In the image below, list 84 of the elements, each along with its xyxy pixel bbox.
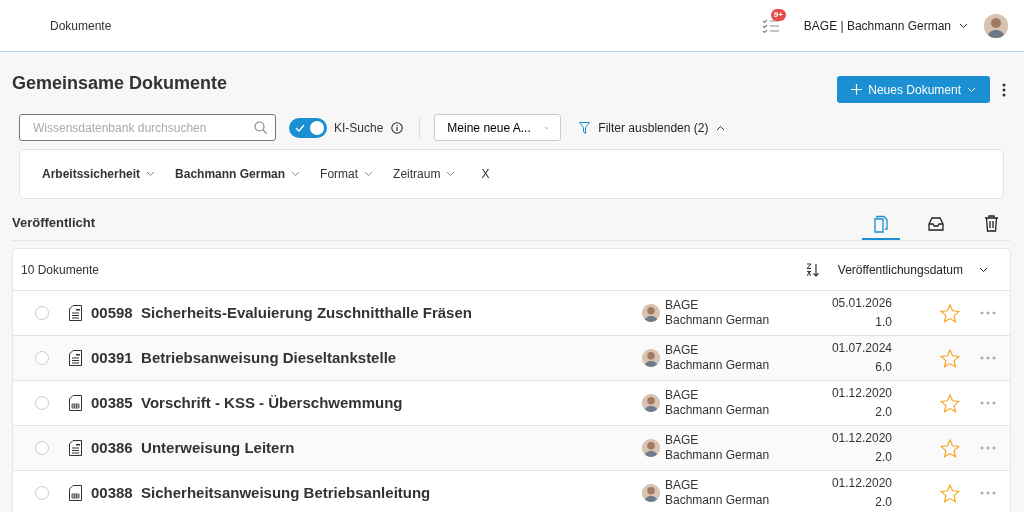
document-icon (69, 305, 82, 321)
chevron-down-icon (967, 86, 976, 93)
document-title[interactable]: 00386 Unterweisung Leitern (91, 436, 295, 460)
user-code: BAGE (665, 388, 700, 403)
filter-dropdown[interactable]: Bachmann German (175, 165, 301, 183)
check-icon (295, 123, 305, 132)
version-number: 6.0 (874, 359, 892, 376)
breadcrumb[interactable]: Dokumente (50, 16, 112, 35)
spreadsheet-icon (69, 485, 82, 501)
avatar (984, 13, 1008, 38)
document-title[interactable]: 00391 Betriebsanweisung Dieseltankstelle (91, 346, 397, 370)
page-title: Gemeinsame Dokumente (12, 72, 228, 95)
filter-dropdown[interactable]: Zeitraum (393, 165, 456, 183)
inbox-icon (928, 216, 944, 231)
clear-filters-button[interactable]: X (481, 165, 490, 183)
avatar (642, 484, 660, 502)
search-field[interactable]: Wissensdatenbank durchsuchen (19, 114, 276, 141)
document-title[interactable]: 00385 Vorschrift - KSS - Überschwemmung (91, 391, 403, 415)
publish-date: 05.01.2026 (830, 295, 892, 312)
spreadsheet-icon (69, 395, 82, 411)
filter-toggle-button[interactable]: Filter ausblenden (2) (579, 118, 726, 137)
search-icon (254, 121, 267, 134)
ai-search-label: KI-Suche (334, 119, 384, 137)
star-icon[interactable] (940, 303, 960, 323)
user-code: BAGE (665, 343, 700, 358)
chevron-down-icon (291, 171, 301, 177)
document-count: 10 Dokumente (21, 261, 100, 279)
user-code: BAGE (665, 478, 700, 493)
trash-icon (983, 215, 999, 232)
chevron-down-icon (544, 124, 549, 131)
star-icon[interactable] (940, 348, 960, 368)
version-number: 2.0 (874, 449, 892, 466)
notification-badge: 9+ (770, 8, 786, 21)
publish-date: 01.12.2020 (830, 385, 892, 402)
ai-search-toggle[interactable] (289, 117, 327, 138)
publish-date: 01.12.2020 (830, 475, 892, 492)
star-icon[interactable] (940, 483, 960, 503)
view-dropdown[interactable]: Meine neue A... (434, 114, 562, 141)
chevron-down-icon (146, 171, 156, 177)
chevron-down-icon (446, 171, 456, 177)
user-name: Bachmann German (665, 313, 770, 328)
filter-dropdown[interactable]: Format (320, 165, 374, 183)
user-menu[interactable]: BAGE | Bachmann German (803, 16, 968, 35)
user-name: Bachmann German (665, 493, 770, 508)
chevron-down-icon (979, 266, 988, 273)
more-options-icon[interactable] (1002, 82, 1006, 97)
star-icon[interactable] (940, 393, 960, 413)
sort-icon[interactable] (805, 262, 820, 277)
row-select-radio[interactable] (35, 441, 49, 455)
user-name: Bachmann German (665, 448, 770, 463)
star-icon[interactable] (940, 438, 960, 458)
chevron-up-icon (716, 124, 726, 131)
new-document-button[interactable]: Neues Dokument (837, 76, 990, 103)
sort-dropdown[interactable]: Veröffentlichungsdatum (837, 260, 988, 279)
filter-dropdown[interactable]: Arbeitssicherheit (42, 165, 156, 183)
avatar (642, 304, 660, 322)
user-name: Bachmann German (665, 403, 770, 418)
row-select-radio[interactable] (35, 396, 49, 410)
user-code: BAGE (665, 433, 700, 448)
publish-date: 01.07.2024 (830, 340, 892, 357)
document-icon (69, 350, 82, 366)
document-title[interactable]: 00388 Sicherheitsanweisung Betriebsanleitung (91, 481, 431, 505)
document-title[interactable]: 00598 Sicherheits-Evaluierung Zuschnitthalle Fräsen (91, 301, 472, 325)
version-number: 2.0 (874, 404, 892, 421)
version-number: 1.0 (874, 314, 892, 331)
row-select-radio[interactable] (35, 306, 49, 320)
task-list-icon[interactable] (761, 17, 780, 34)
documents-icon (873, 214, 889, 233)
chevron-down-icon (959, 22, 968, 29)
avatar (642, 439, 660, 457)
user-code: BAGE (665, 298, 700, 313)
info-icon[interactable] (391, 121, 404, 134)
plus-icon (851, 84, 863, 95)
row-select-radio[interactable] (35, 351, 49, 365)
user-name: Bachmann German (665, 358, 770, 373)
document-icon (69, 440, 82, 456)
filter-icon (579, 121, 591, 134)
avatar (642, 349, 660, 367)
avatar (642, 394, 660, 412)
publish-date: 01.12.2020 (830, 430, 892, 447)
section-title: Veröffentlicht (12, 213, 96, 232)
row-select-radio[interactable] (35, 486, 49, 500)
chevron-down-icon (364, 171, 374, 177)
version-number: 2.0 (874, 494, 892, 511)
